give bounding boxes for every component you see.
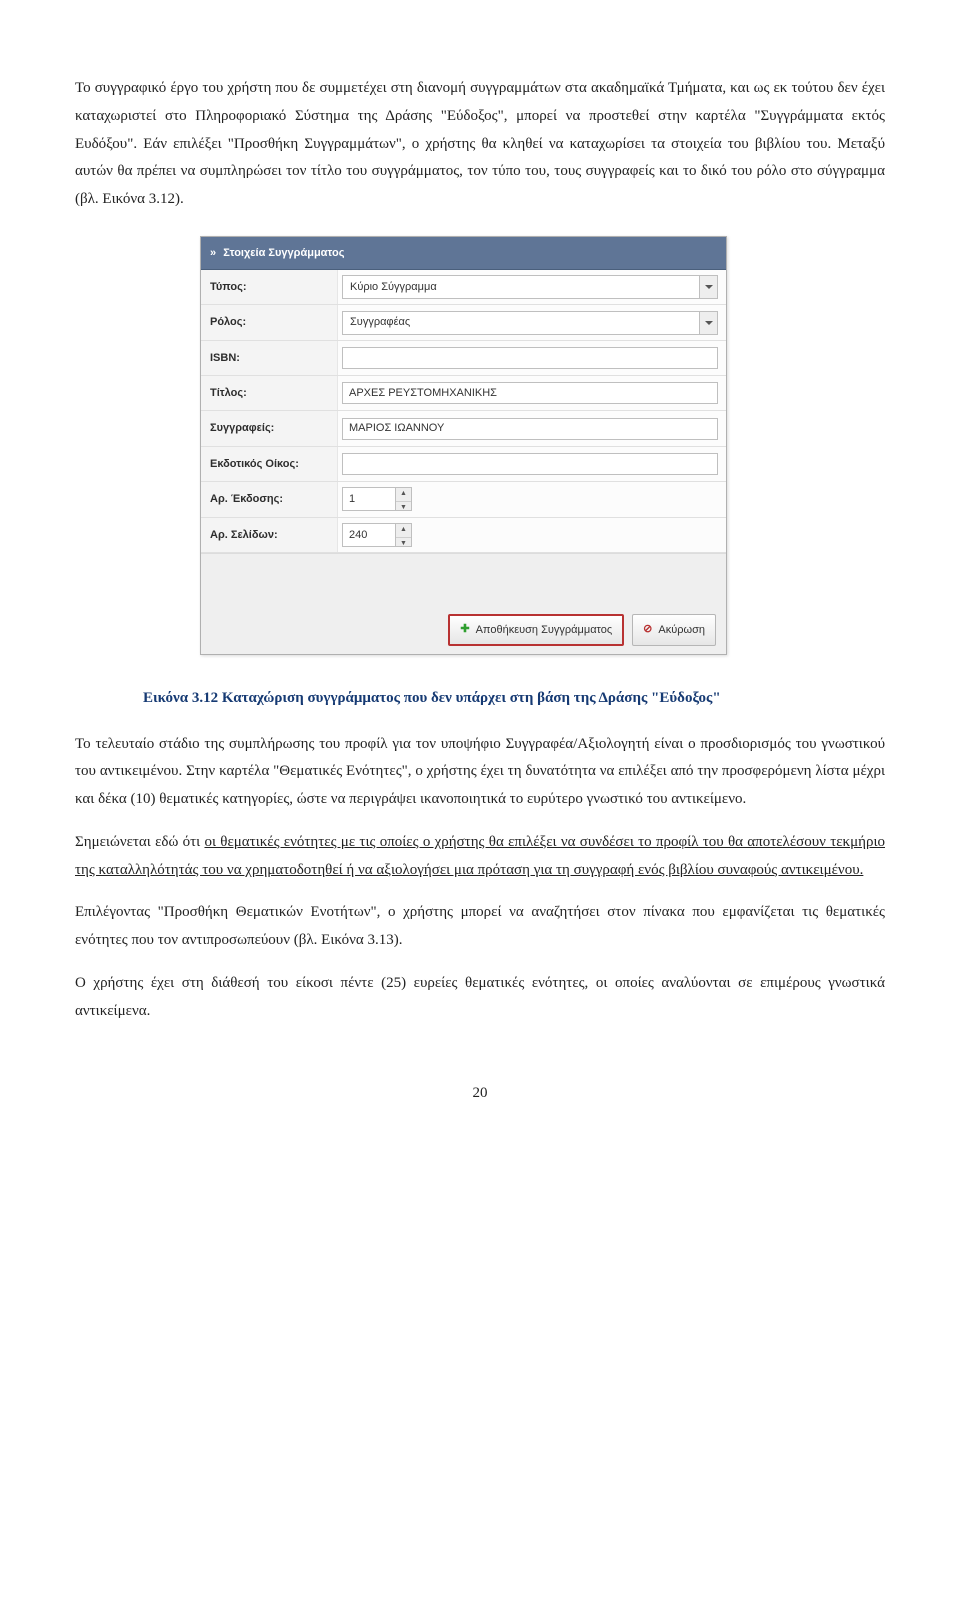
label-edition: Αρ. Έκδοσης: — [201, 482, 338, 516]
role-select-value: Συγγραφέας — [343, 312, 699, 334]
authors-input[interactable]: ΜΑΡΙΟΣ ΙΩΑΝΝΟΥ — [342, 418, 718, 440]
spinner-down-icon[interactable]: ▼ — [396, 537, 411, 551]
cancel-button-label: Ακύρωση — [658, 620, 705, 640]
label-type: Τύπος: — [201, 270, 338, 304]
save-button[interactable]: ✚ Αποθήκευση Συγγράμματος — [448, 614, 624, 646]
type-select-value: Κύριο Σύγγραμμα — [343, 276, 699, 298]
spinner-up-icon[interactable]: ▲ — [396, 524, 411, 537]
label-role: Ρόλος: — [201, 305, 338, 339]
body-paragraph: Επιλέγοντας "Προσθήκη Θεματικών Ενοτήτων… — [75, 899, 885, 955]
publisher-input[interactable] — [342, 453, 718, 475]
label-authors: Συγγραφείς: — [201, 411, 338, 445]
button-bar: ✚ Αποθήκευση Συγγράμματος ⊘ Ακύρωση — [201, 553, 726, 654]
label-pages: Αρ. Σελίδων: — [201, 518, 338, 552]
cancel-button[interactable]: ⊘ Ακύρωση — [632, 614, 716, 646]
form-screenshot: » Στοιχεία Συγγράμματος Τύπος: Κύριο Σύγ… — [200, 236, 760, 655]
save-button-label: Αποθήκευση Συγγράμματος — [476, 620, 613, 640]
type-select[interactable]: Κύριο Σύγγραμμα — [342, 275, 718, 299]
body-paragraph: Το τελευταίο στάδιο της συμπλήρωσης του … — [75, 731, 885, 814]
body-paragraph: Ο χρήστης έχει στη διάθεσή του είκοσι πέ… — [75, 970, 885, 1026]
chevron-down-icon[interactable] — [699, 276, 717, 298]
plus-icon: ✚ — [460, 624, 469, 635]
figure-caption: Εικόνα 3.12 Καταχώριση συγγράμματος που … — [143, 685, 885, 713]
isbn-input[interactable] — [342, 347, 718, 369]
spinner-up-icon[interactable]: ▲ — [396, 488, 411, 501]
page-number: 20 — [75, 1080, 885, 1108]
title-input[interactable]: ΑΡΧΕΣ ΡΕΥΣΤΟΜΗΧΑΝΙΚΗΣ — [342, 382, 718, 404]
form-panel-title: Στοιχεία Συγγράμματος — [223, 247, 344, 259]
form-panel: » Στοιχεία Συγγράμματος Τύπος: Κύριο Σύγ… — [200, 236, 727, 655]
edition-stepper[interactable]: 1 ▲ ▼ — [342, 487, 412, 511]
body-paragraph: To συγγραφικό έργο του χρήστη που δε συμ… — [75, 75, 885, 214]
body-paragraph: Σημειώνεται εδώ ότι οι θεματικές ενότητε… — [75, 829, 885, 885]
role-select[interactable]: Συγγραφέας — [342, 311, 718, 335]
pages-value: 240 — [343, 524, 395, 546]
label-publisher: Εκδοτικός Οίκος: — [201, 447, 338, 481]
pages-stepper[interactable]: 240 ▲ ▼ — [342, 523, 412, 547]
chevron-down-icon[interactable] — [699, 312, 717, 334]
label-isbn: ISBN: — [201, 341, 338, 375]
edition-value: 1 — [343, 488, 395, 510]
spinner-down-icon[interactable]: ▼ — [396, 501, 411, 515]
header-chevron-icon: » — [210, 247, 216, 259]
text-run: Σημειώνεται εδώ ότι — [75, 834, 204, 850]
cancel-icon: ⊘ — [643, 624, 652, 635]
form-panel-header: » Στοιχεία Συγγράμματος — [201, 237, 726, 270]
label-title: Τίτλος: — [201, 376, 338, 410]
